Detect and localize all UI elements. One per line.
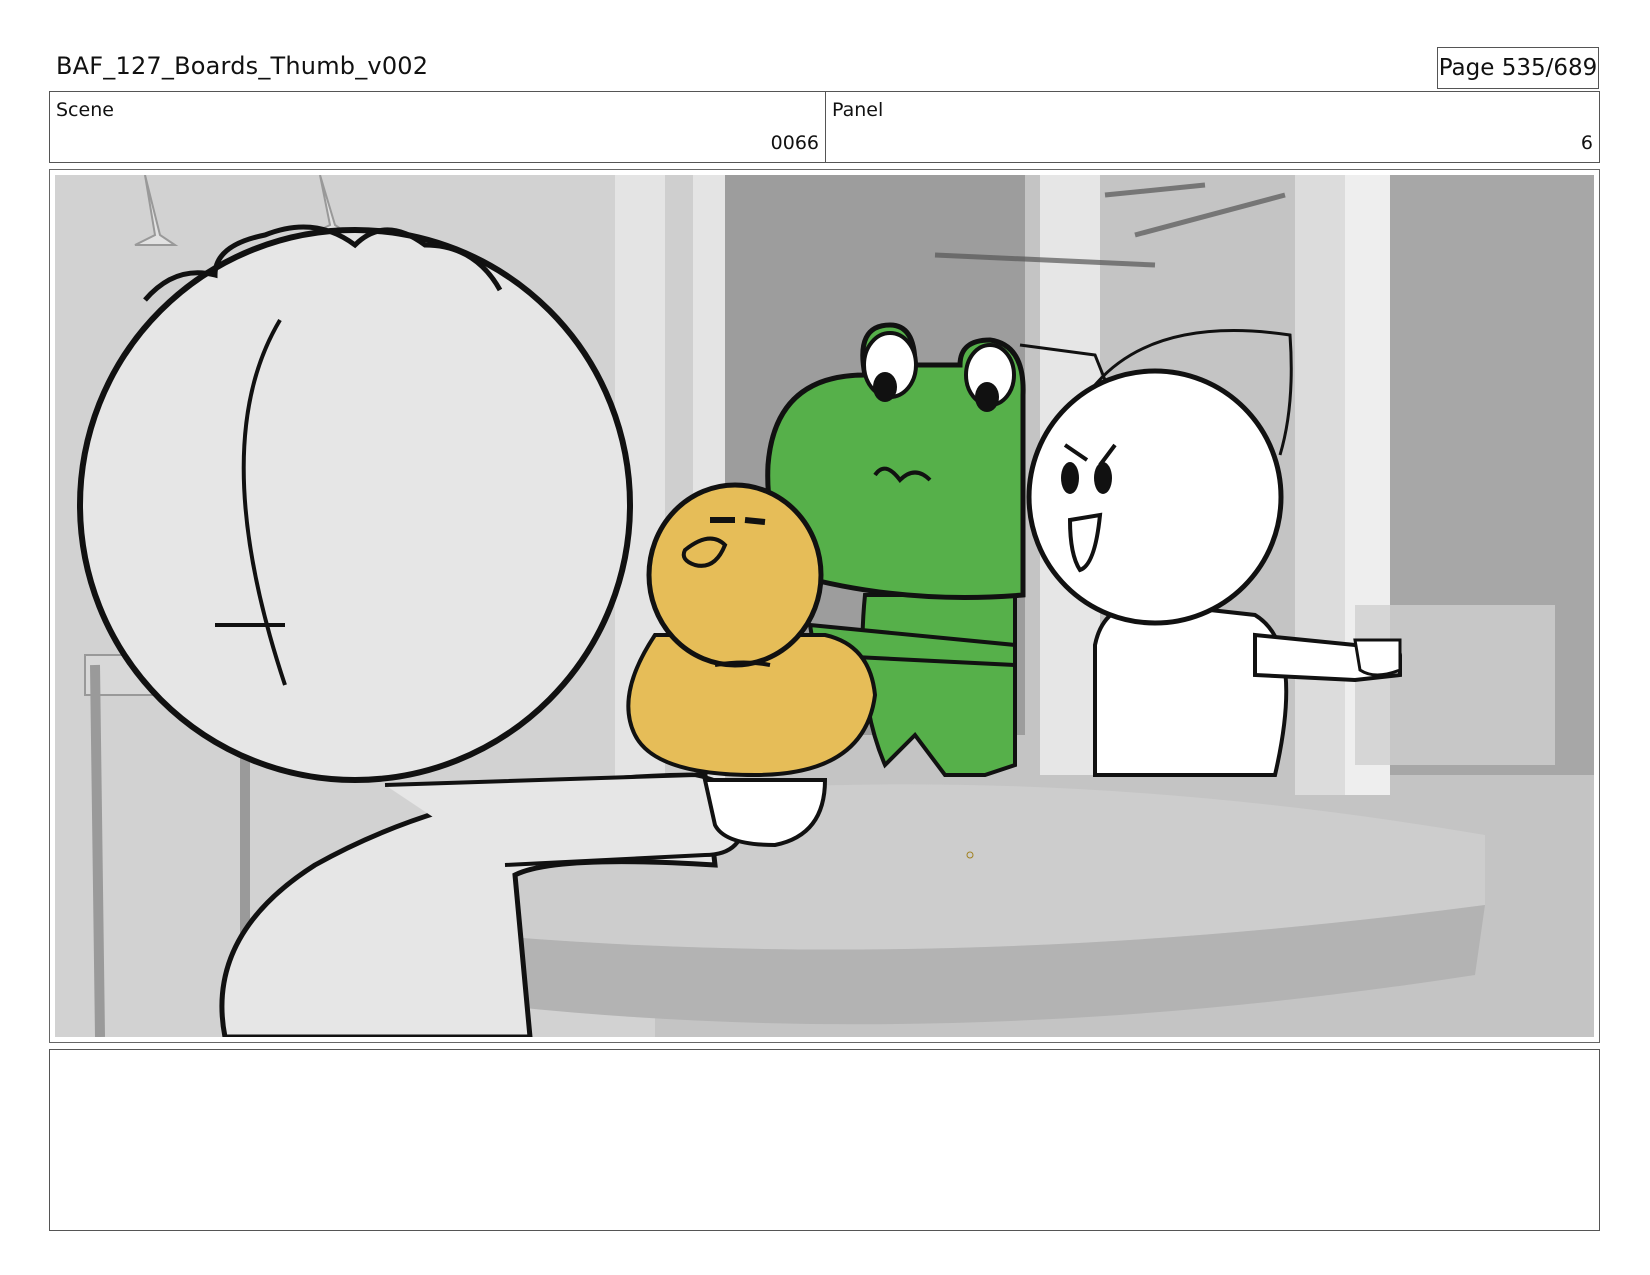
scene-cell: Scene 0066 bbox=[50, 92, 826, 162]
notes-box bbox=[49, 1049, 1600, 1231]
cup-right bbox=[1353, 638, 1402, 677]
storyboard-frame bbox=[49, 169, 1600, 1043]
storyboard-image bbox=[55, 175, 1594, 1037]
foreground-character-head bbox=[77, 227, 633, 783]
panel-label: Panel bbox=[832, 99, 884, 121]
duck-head bbox=[646, 482, 824, 668]
white-character-head bbox=[1026, 368, 1284, 626]
storyboard-drawing bbox=[55, 175, 1594, 1037]
panel-cell: Panel 6 bbox=[826, 92, 1599, 162]
page-counter: Page 535/689 bbox=[1437, 47, 1599, 89]
document-title: BAF_127_Boards_Thumb_v002 bbox=[56, 52, 429, 80]
frog-body bbox=[860, 593, 1017, 777]
scene-label: Scene bbox=[56, 99, 114, 121]
background-chair-right bbox=[1355, 605, 1555, 765]
panel-number: 6 bbox=[1580, 132, 1593, 154]
scene-panel-row: Scene 0066 Panel 6 bbox=[49, 91, 1600, 163]
white-character-body bbox=[1093, 601, 1289, 777]
scene-number: 0066 bbox=[770, 132, 819, 154]
